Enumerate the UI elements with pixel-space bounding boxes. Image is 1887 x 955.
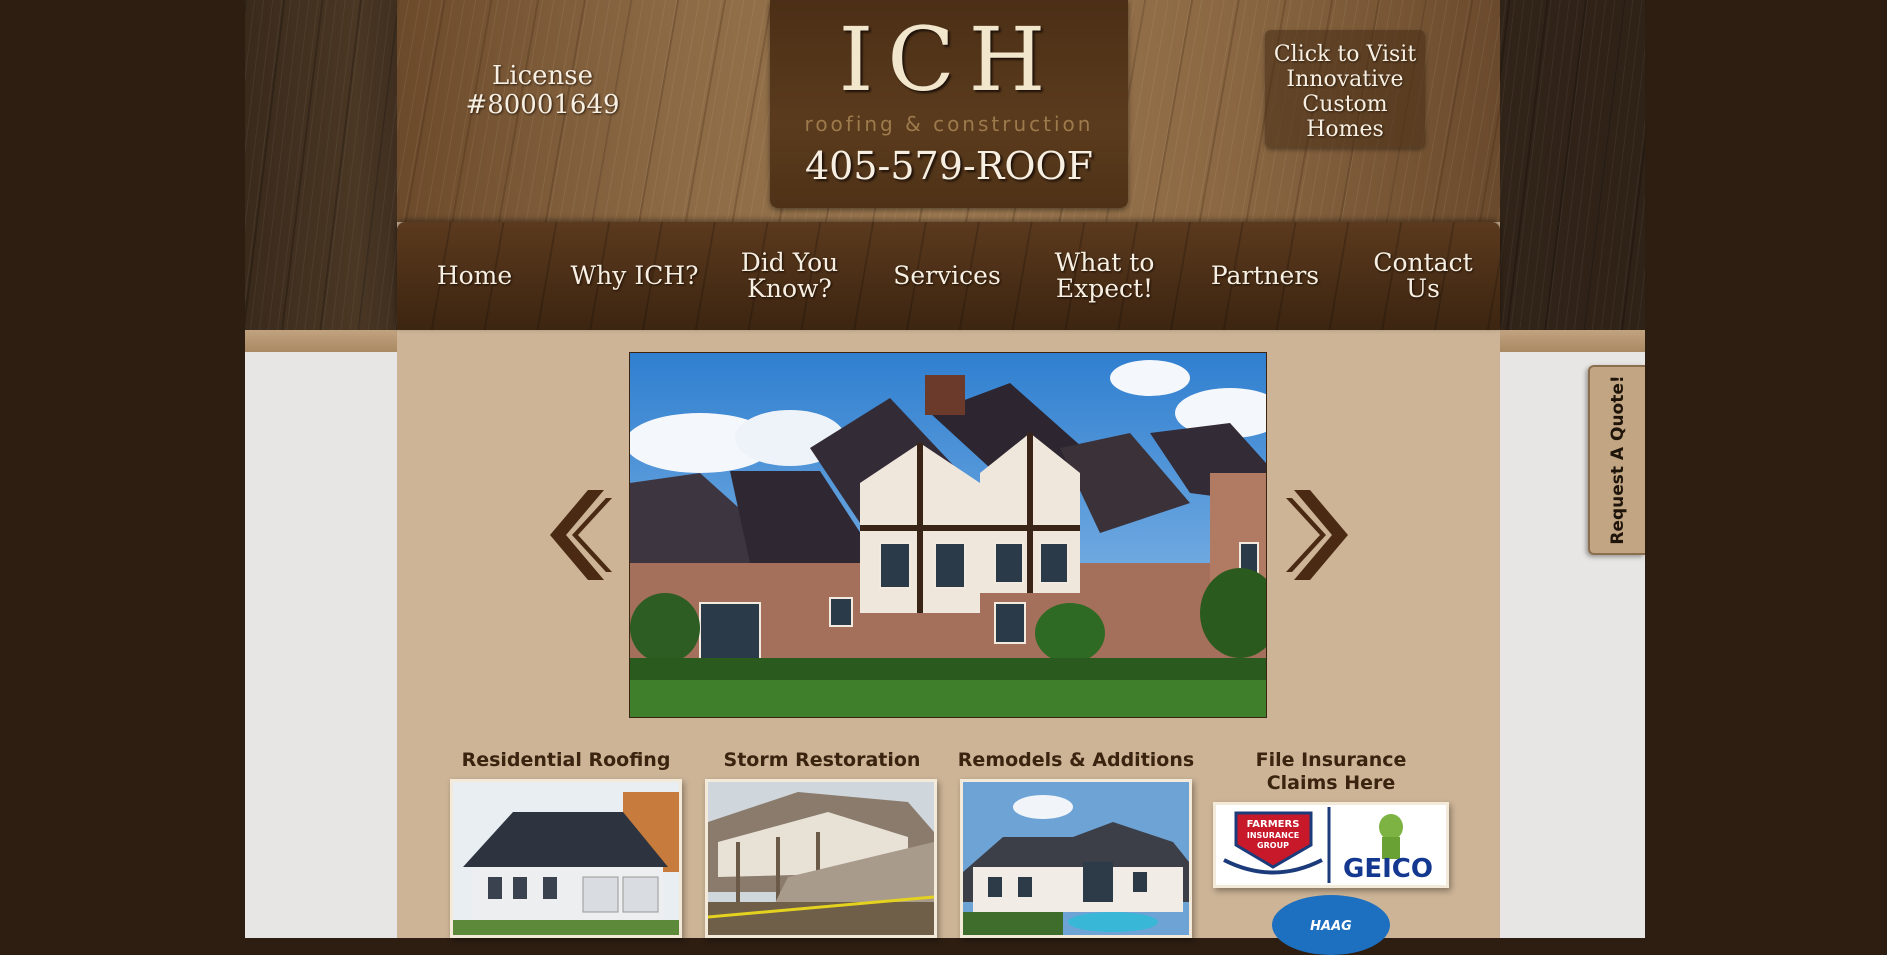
nav-label: What to [1054,248,1155,277]
geico-logo: GEICO [1343,814,1433,884]
visit-line: Innovative [1286,67,1404,92]
slider-next-button[interactable] [1286,490,1350,580]
nav-label: Us [1406,274,1440,303]
storm-damage-photo [708,782,934,935]
farmers-logo-text: FARMERS [1247,819,1300,830]
farmers-logo: FARMERS INSURANCE GROUP [1223,811,1323,875]
card-title-remodels-additions[interactable]: Remodels & Additions [955,749,1197,772]
nav-label: Contact [1373,248,1473,277]
nav-label: Did You [740,248,839,277]
nav-item-did-you-know[interactable]: Did You Know? [732,222,847,330]
nav-label: Home [436,261,513,290]
logo-text: ICH [838,8,1060,111]
house-photo [630,353,1266,717]
visit-custom-homes-button[interactable]: Click to Visit Innovative Custom Homes [1265,30,1425,148]
nav-label: Expect! [1055,274,1154,303]
insurance-title[interactable]: File Insurance Claims Here [1200,749,1462,795]
license-number: License #80001649 [445,62,640,120]
slider-prev-button[interactable] [548,490,612,580]
storm-restoration-image[interactable] [705,779,937,938]
farmers-logo-text: GROUP [1257,841,1289,850]
chevron-right-icon [1286,490,1348,580]
visit-line: Homes [1306,117,1384,142]
nav-label: Why ICH? [570,261,699,290]
insurance-title-line: Claims Here [1266,772,1396,794]
request-quote-tab[interactable]: Request A Quote! [1588,365,1645,555]
nav-item-services[interactable]: Services [887,222,1007,330]
remodels-additions-image[interactable] [960,779,1192,938]
nav-label: Know? [747,274,832,303]
remodel-house-photo [963,782,1189,935]
logo-tagline: roofing & construction [804,112,1094,136]
visit-line: Custom [1302,92,1388,117]
geico-logo-text: GEICO [1343,854,1433,884]
nav-label: Services [893,261,1001,290]
chevron-left-icon [550,490,612,580]
license-label: License [491,61,593,91]
nav-item-why-ich[interactable]: Why ICH? [567,222,702,330]
nav-item-what-to-expect[interactable]: What to Expect! [1042,222,1167,330]
request-quote-label: Request A Quote! [1607,375,1628,545]
slider-image-tudor-house [629,352,1267,718]
card-title-residential-roofing[interactable]: Residential Roofing [446,749,686,772]
insurance-logos-link[interactable]: FARMERS INSURANCE GROUP GEICO [1213,802,1449,888]
farmers-logo-text: INSURANCE [1247,831,1299,840]
license-value: #80001649 [465,90,620,120]
nav-item-contact-us[interactable]: Contact Us [1363,222,1483,330]
main-nav: Home Why ICH? Did You Know? Services Wha… [397,222,1500,330]
residential-house-photo [453,782,679,935]
insurance-title-line: File Insurance [1255,749,1407,771]
haag-logo-text: HAAG [1310,919,1352,934]
haag-logo[interactable]: HAAG [1272,895,1390,955]
logo[interactable]: ICH roofing & construction 405-579-ROOF [770,0,1128,208]
nav-item-home[interactable]: Home [417,222,532,330]
phone-number: 405-579-ROOF [804,144,1094,188]
nav-item-partners[interactable]: Partners [1205,222,1325,330]
visit-line: Click to Visit [1273,42,1417,67]
card-title-storm-restoration[interactable]: Storm Restoration [702,749,942,772]
insurance-logos: FARMERS INSURANCE GROUP GEICO [1223,807,1433,884]
residential-roofing-image[interactable] [450,779,682,938]
nav-label: Partners [1210,261,1320,290]
